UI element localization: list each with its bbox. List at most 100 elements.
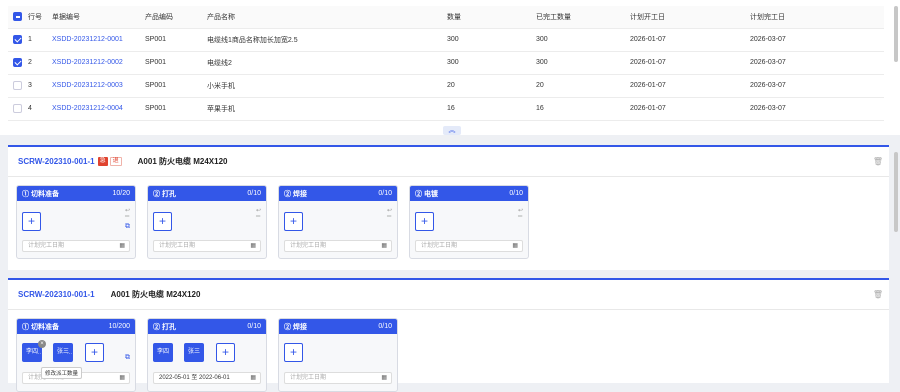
- worker-chip[interactable]: 李四: [153, 343, 173, 362]
- calendar-icon[interactable]: ▦: [512, 241, 518, 251]
- row-checkbox[interactable]: [13, 58, 22, 67]
- process-header: ② 打孔 0/10: [148, 186, 266, 201]
- plan-end-date-input[interactable]: 2022-05-01 至 2022-06-01 ▦: [153, 372, 261, 384]
- remove-worker-icon[interactable]: ×: [38, 340, 46, 348]
- plan-end-date-input[interactable]: 计划完工日期 ▦: [415, 240, 523, 252]
- cell-prod-code: SP001: [145, 74, 207, 98]
- cell-done-qty: 16: [536, 97, 630, 121]
- calendar-icon[interactable]: ▦: [381, 373, 387, 383]
- worker-name: 张三: [187, 349, 200, 355]
- calendar-icon[interactable]: ▦: [250, 241, 256, 251]
- assign-icon[interactable]: ↩ ═: [256, 208, 261, 220]
- date-placeholder: 计划完工日期: [290, 243, 327, 249]
- add-worker-button[interactable]: +: [284, 212, 303, 231]
- cell-plan-end: 2026-03-07: [750, 97, 884, 121]
- cell-doc-no-link[interactable]: XSDD-20231212-0003: [52, 74, 145, 98]
- process-card: ② 打孔 0/10 + ↩ ═ 计划完工日期 ▦: [147, 185, 267, 259]
- plan-end-date-input[interactable]: 计划完工日期 ▦: [153, 240, 261, 252]
- process-count: 0/10: [509, 190, 523, 197]
- process-card: ② 打孔 0/10 李四 张三 + 2022-05-01 至 2022-06-0…: [147, 318, 267, 392]
- col-row-no: 行号: [28, 6, 52, 29]
- table-scrollbar[interactable]: [894, 6, 898, 62]
- col-prod-name: 产品名称: [207, 6, 447, 29]
- cell-doc-no-link[interactable]: XSDD-20231212-0002: [52, 51, 145, 75]
- cell-row-no: 1: [28, 28, 52, 52]
- process-card: ① 切料准备 10/200 李四 ··· × 张三 ··· + ⧉ 计划完工日期…: [16, 318, 136, 392]
- collapse-table-button[interactable]: ︽: [443, 126, 461, 135]
- table-header-row: 行号 单据编号 产品编码 产品名称 数量 已完工数量 计划开工日 计划完工日: [8, 6, 884, 29]
- date-placeholder: 计划完工日期: [421, 243, 458, 249]
- worker-chip[interactable]: 张三: [184, 343, 204, 362]
- cell-row-no: 3: [28, 74, 52, 98]
- cell-prod-name: 电缆线2: [207, 51, 447, 75]
- process-count: 10/200: [108, 323, 130, 330]
- worker-name: 李四: [156, 349, 169, 355]
- row-checkbox[interactable]: [13, 81, 22, 90]
- cell-done-qty: 300: [536, 28, 630, 52]
- add-worker-button[interactable]: +: [415, 212, 434, 231]
- plan-end-date-input[interactable]: 计划完工日期 ▦: [284, 372, 392, 384]
- process-title: ② 焊接: [284, 190, 307, 198]
- cell-doc-no-link[interactable]: XSDD-20231212-0004: [52, 97, 145, 121]
- cell-prod-name: 小米手机: [207, 74, 447, 98]
- add-worker-button[interactable]: +: [85, 343, 104, 362]
- copy-icon[interactable]: ⧉: [125, 354, 130, 362]
- assign-icon[interactable]: ↩ ═: [518, 208, 523, 220]
- task-code[interactable]: SCRW-202310-001-1: [18, 157, 95, 166]
- process-count: 10/20: [112, 190, 130, 197]
- page-scrollbar[interactable]: [894, 152, 898, 232]
- add-worker-button[interactable]: +: [22, 212, 41, 231]
- cell-plan-start: 2026-01-07: [630, 28, 750, 52]
- process-header: ② 电镀 0/10: [410, 186, 528, 201]
- task-card-header: SCRW-202310-001-1 急 退 A001 防火电缆 M24X120: [8, 147, 889, 177]
- table-row[interactable]: 3 XSDD-20231212-0003 SP001 小米手机 20 20 20…: [8, 74, 884, 98]
- cell-doc-no-link[interactable]: XSDD-20231212-0001: [52, 28, 145, 52]
- order-table-panel: 行号 单据编号 产品编码 产品名称 数量 已完工数量 计划开工日 计划完工日 1…: [0, 0, 900, 135]
- task-product: A001 防火电缆 M24X120: [137, 157, 228, 166]
- assign-icon[interactable]: ↩ ═: [125, 208, 130, 220]
- calendar-icon[interactable]: ▦: [381, 241, 387, 251]
- task-card: SCRW-202310-001-1 A001 防火电缆 M24X120 🗑 ① …: [8, 278, 889, 392]
- task-card: SCRW-202310-001-1 急 退 A001 防火电缆 M24X120 …: [8, 145, 889, 270]
- cell-plan-end: 2026-03-07: [750, 74, 884, 98]
- copy-icon[interactable]: ⧉: [125, 223, 130, 231]
- plan-end-date-input[interactable]: 计划完工日期 ▦: [22, 240, 130, 252]
- select-all-checkbox[interactable]: [13, 12, 22, 22]
- process-title: ② 打孔: [153, 190, 176, 198]
- process-card: ② 电镀 0/10 + ↩ ═ 计划完工日期 ▦: [409, 185, 529, 259]
- calendar-icon[interactable]: ▦: [119, 373, 125, 383]
- cell-prod-name: 苹果手机: [207, 97, 447, 121]
- process-card: ① 切料准备 10/20 + ↩ ═ ⧉ 计划完工日期 ▦: [16, 185, 136, 259]
- cell-qty: 20: [447, 74, 536, 98]
- tooltip: 修改派工数量: [41, 367, 83, 379]
- cell-prod-code: SP001: [145, 97, 207, 121]
- cell-plan-start: 2026-01-07: [630, 51, 750, 75]
- process-title: ② 电镀: [415, 190, 438, 198]
- col-done-qty: 已完工数量: [536, 6, 630, 29]
- cell-row-no: 2: [28, 51, 52, 75]
- add-worker-button[interactable]: +: [153, 212, 172, 231]
- cell-qty: 300: [447, 51, 536, 75]
- delete-icon[interactable]: 🗑: [873, 157, 883, 166]
- plan-end-date-input[interactable]: 计划完工日期 ▦: [284, 240, 392, 252]
- add-worker-button[interactable]: +: [216, 343, 235, 362]
- worker-chip[interactable]: 张三 ···: [53, 343, 73, 362]
- cell-plan-end: 2026-03-07: [750, 51, 884, 75]
- col-plan-end: 计划完工日: [750, 6, 884, 29]
- col-qty: 数量: [447, 6, 536, 29]
- row-checkbox[interactable]: [13, 35, 22, 44]
- delete-icon[interactable]: 🗑: [873, 290, 883, 299]
- calendar-icon[interactable]: ▦: [250, 373, 256, 383]
- col-plan-start: 计划开工日: [630, 6, 750, 29]
- row-checkbox[interactable]: [13, 104, 22, 113]
- table-row[interactable]: 4 XSDD-20231212-0004 SP001 苹果手机 16 16 20…: [8, 97, 884, 121]
- task-code[interactable]: SCRW-202310-001-1: [18, 290, 95, 299]
- process-count: 0/10: [247, 190, 261, 197]
- process-header: ② 打孔 0/10: [148, 319, 266, 334]
- more-icon[interactable]: ···: [67, 345, 72, 364]
- add-worker-button[interactable]: +: [284, 343, 303, 362]
- calendar-icon[interactable]: ▦: [119, 241, 125, 251]
- assign-icon[interactable]: ↩ ═: [387, 208, 392, 220]
- table-row[interactable]: 1 XSDD-20231212-0001 SP001 电缆线1商品名称加长加宽2…: [8, 28, 884, 52]
- table-row[interactable]: 2 XSDD-20231212-0002 SP001 电缆线2 300 300 …: [8, 51, 884, 75]
